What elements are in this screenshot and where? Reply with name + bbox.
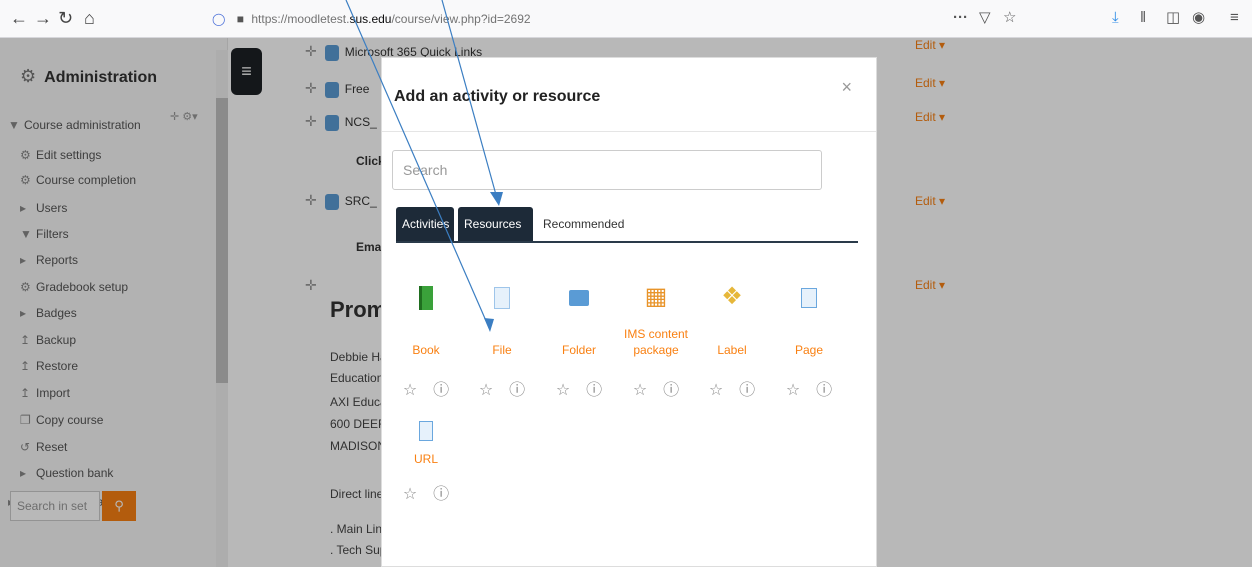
library-icon[interactable]: ‖ [1140,8,1146,28]
info-icon[interactable]: ⓘ [433,382,449,399]
tile-actions: ☆ ⓘ [771,376,847,400]
module-tile-folder[interactable]: Folder [541,282,617,358]
shield-icon[interactable]: ◯ [212,12,225,26]
home-icon[interactable]: ⌂ [84,6,95,30]
hamburger-menu-icon[interactable]: ≡ [1230,8,1239,28]
label-icon: ❖ [721,283,743,310]
module-tile-url[interactable]: URL [388,415,464,467]
search-input[interactable]: Search [392,150,822,190]
url-icon [388,415,464,445]
url-host: sus.edu [349,12,392,26]
tab-resources[interactable]: Resources [458,207,533,241]
star-icon[interactable]: ☆ [709,382,723,399]
add-activity-dialog: Add an activity or resource × Search Act… [381,57,877,567]
info-icon[interactable]: ⓘ [739,382,755,399]
package-icon: ▦ [644,283,668,310]
url-path: /course/view.php?id=2692 [391,12,531,26]
folder-icon [541,282,617,312]
pocket-icon[interactable]: ▽ [979,8,991,28]
star-icon[interactable]: ☆ [633,382,647,399]
star-icon[interactable]: ☆ [403,486,417,503]
star-icon[interactable]: ☆ [786,382,800,399]
sidebar-icon[interactable]: ◫ [1166,8,1180,28]
back-icon[interactable]: ← [10,6,28,30]
tile-actions: ☆ ⓘ [694,376,770,400]
info-icon[interactable]: ⓘ [509,382,525,399]
close-icon[interactable]: × [841,77,852,98]
tile-actions: ☆ ⓘ [464,376,540,400]
star-icon[interactable]: ☆ [403,382,417,399]
reload-icon[interactable]: ↻ [58,6,73,30]
browser-toolbar: ← → ↻ ⌂ ◯ ■ https://moodletest.sus.edu/c… [0,0,1252,38]
info-icon[interactable]: ⓘ [663,382,679,399]
extension-icon[interactable]: ◉ [1192,8,1205,28]
file-icon [464,282,540,312]
book-icon [388,282,464,312]
dialog-title: Add an activity or resource [394,88,601,105]
info-icon[interactable]: ⓘ [816,382,832,399]
url-prefix: https://moodletest. [251,12,350,26]
module-tile-page[interactable]: Page [771,282,847,358]
tile-actions: ☆ ⓘ [618,376,694,400]
info-icon[interactable]: ⓘ [586,382,602,399]
module-tile-label[interactable]: ❖ Label [694,282,770,358]
info-icon[interactable]: ⓘ [433,486,449,503]
forward-icon[interactable]: → [34,6,52,30]
address-bar[interactable]: ◯ ■ https://moodletest.sus.edu/course/vi… [212,6,832,32]
star-icon[interactable]: ☆ [556,382,570,399]
star-icon[interactable]: ☆ [479,382,493,399]
tab-activities[interactable]: Activities [396,207,454,241]
page-actions-icon[interactable]: ··· [953,8,968,28]
tile-actions: ☆ ⓘ [541,376,617,400]
page-icon [771,282,847,312]
lock-icon: ■ [236,12,245,26]
download-icon[interactable]: ⤓ [1112,8,1119,28]
bookmark-star-icon[interactable]: ☆ [1003,8,1016,28]
tile-actions: ☆ ⓘ [388,376,464,400]
tab-bar: Activities Resources Recommended [396,207,858,243]
module-tile-file[interactable]: File [464,282,540,358]
module-tile-book[interactable]: Book [388,282,464,358]
module-tile-ims-content-package[interactable]: ▦ IMS content package [618,282,694,358]
divider [382,131,876,132]
tab-recommended[interactable]: Recommended [537,207,627,241]
tile-actions: ☆ ⓘ [388,480,464,504]
